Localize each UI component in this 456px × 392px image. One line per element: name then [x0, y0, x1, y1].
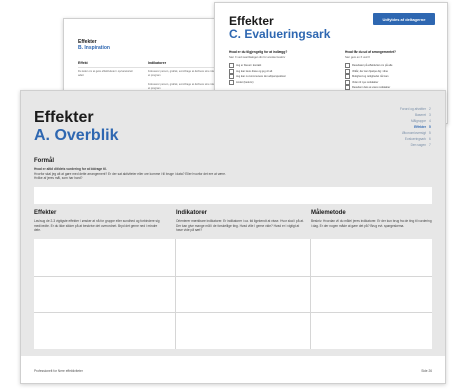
table-cell-effekt-2[interactable]: [34, 277, 175, 312]
evaluation-option[interactable]: Andet (beskriv): [229, 79, 254, 85]
evaluation-option-label: Resultater på effektivitet om på alle: [352, 64, 393, 67]
sheet-a-subtitle: A. Overblik: [34, 127, 119, 144]
toc-item[interactable]: Den sagen 7: [400, 142, 433, 148]
evaluation-option-label: Resultat i dets at være redskaber: [352, 86, 391, 89]
table-of-contents: Forord og afsnitter 2 Baseret 3 Målgruppe 4 Ef…: [400, 106, 433, 148]
evaluation-option-label: Jeg kan nu kommunere det ud/perspektiver: [236, 75, 286, 78]
evaluation-option-label: Vilkår, der kan hjælpe dig i dine: [352, 69, 388, 73]
toc-item-page: 7: [429, 143, 431, 147]
sheet-c-question-1-sub: Sær X ved svar/dialogen din for anviste …: [229, 56, 286, 59]
formaal-heading: Formål: [34, 158, 55, 164]
evaluation-option[interactable]: Viden til nye redskaber: [345, 79, 379, 85]
formaal-line-3: Hvilke af jeres mål, som har hard?: [34, 176, 83, 181]
evaluation-option[interactable]: Mulighed og rettighedet når kan: [345, 74, 388, 79]
maalemetode-heading: Målemetode: [311, 210, 346, 216]
checkbox-icon[interactable]: [345, 79, 350, 85]
evaluation-option[interactable]: Vilkår, der kan hjælpe dig i dine: [345, 68, 388, 74]
page-number: Side 26: [421, 369, 432, 373]
table-cell-maalemetode-3[interactable]: [311, 313, 432, 349]
toc-item-label: Den sagen: [410, 143, 426, 147]
evaluation-option[interactable]: Jeg er blevet i kontakt: [229, 63, 261, 68]
effekter-heading: Effekter: [34, 210, 57, 216]
evaluation-option-label: Mulighed og rettighedet når kan: [352, 75, 389, 78]
checkbox-icon[interactable]: [345, 68, 350, 74]
sheet-c-question-2-sub: Sær gem en X ved X: [345, 56, 370, 59]
table-cell-effekt-1[interactable]: [34, 239, 175, 276]
sheet-c-question-1: Hvad er du tilgjengelig for at indlægg?: [229, 50, 288, 54]
table-cell-maalemetode-2[interactable]: [311, 277, 432, 312]
sheet-a-title: Effekter: [34, 109, 94, 126]
evaluation-option[interactable]: Jeg kan lære disse og jeg vil alt: [229, 68, 273, 74]
sheet-b-col-effekt: Effekt: [78, 61, 88, 65]
table-cell-indikator-3[interactable]: [176, 313, 310, 349]
indikatorer-description: Orienterer mærkbare indikatorer. Er indi…: [176, 219, 304, 233]
sheet-b-title-block: Effekter B. Inspiration: [78, 39, 110, 51]
checkbox-icon[interactable]: [229, 79, 234, 85]
checkbox-icon[interactable]: [229, 68, 234, 74]
sheet-c-question-2: Hvad får du ud af arrangementet?: [345, 50, 397, 54]
sheet-c-subtitle: C. Evalueringsark: [229, 27, 331, 41]
sheet-a-overblik: Effekter A. Overblik Forord og afsnitter…: [20, 90, 446, 384]
evaluation-option[interactable]: Jeg kan nu kommunere det ud/perspektiver: [229, 74, 286, 79]
sheet-c-title: Effekter: [229, 14, 274, 28]
formaal-input-field[interactable]: [34, 187, 432, 204]
evaluation-option-label: Jeg kan lære disse og jeg vil alt: [236, 69, 273, 73]
checkbox-icon[interactable]: [229, 63, 234, 68]
maalemetode-description: Beskriv. Hvordan vil du måle/ jeres indi…: [311, 219, 432, 228]
table-cell-indikator-1[interactable]: [176, 239, 310, 276]
evaluation-option-label: Jeg er blevet i kontakt: [236, 64, 262, 67]
table-cell-maalemetode-1[interactable]: [311, 239, 432, 276]
udfyldes-badge: Udfyldes af deltagerne: [373, 13, 435, 25]
evaluation-option-label: Andet (beskriv): [236, 80, 254, 84]
indikatorer-heading: Indikatorer: [176, 210, 208, 216]
sheet-b-subtitle: B. Inspiration: [78, 45, 110, 51]
footer-left: Professionelt for Nere effektiviteter: [34, 369, 83, 373]
evaluation-option[interactable]: Resultater på effektivitet om på alle: [345, 63, 392, 68]
effekter-description: Lav/sug de 2-3 vigtigste effekter / ønsk…: [34, 219, 160, 233]
checkbox-icon[interactable]: [345, 74, 350, 79]
checkbox-icon[interactable]: [345, 63, 350, 68]
sheet-b-left-text: Du leder om at gøre effektiviteter i op/…: [78, 70, 133, 77]
table-cell-effekt-3[interactable]: [34, 313, 175, 349]
sheet-b-col-indikatorer: Indikatorer: [148, 61, 167, 65]
checkbox-icon[interactable]: [229, 74, 234, 79]
table-cell-indikator-2[interactable]: [176, 277, 310, 312]
effekter-table: [34, 239, 432, 349]
evaluation-option-label: Viden til nye redskaber: [352, 80, 379, 84]
formaal-description: Hvad er altid dit/dets vurdering for at …: [34, 167, 364, 181]
